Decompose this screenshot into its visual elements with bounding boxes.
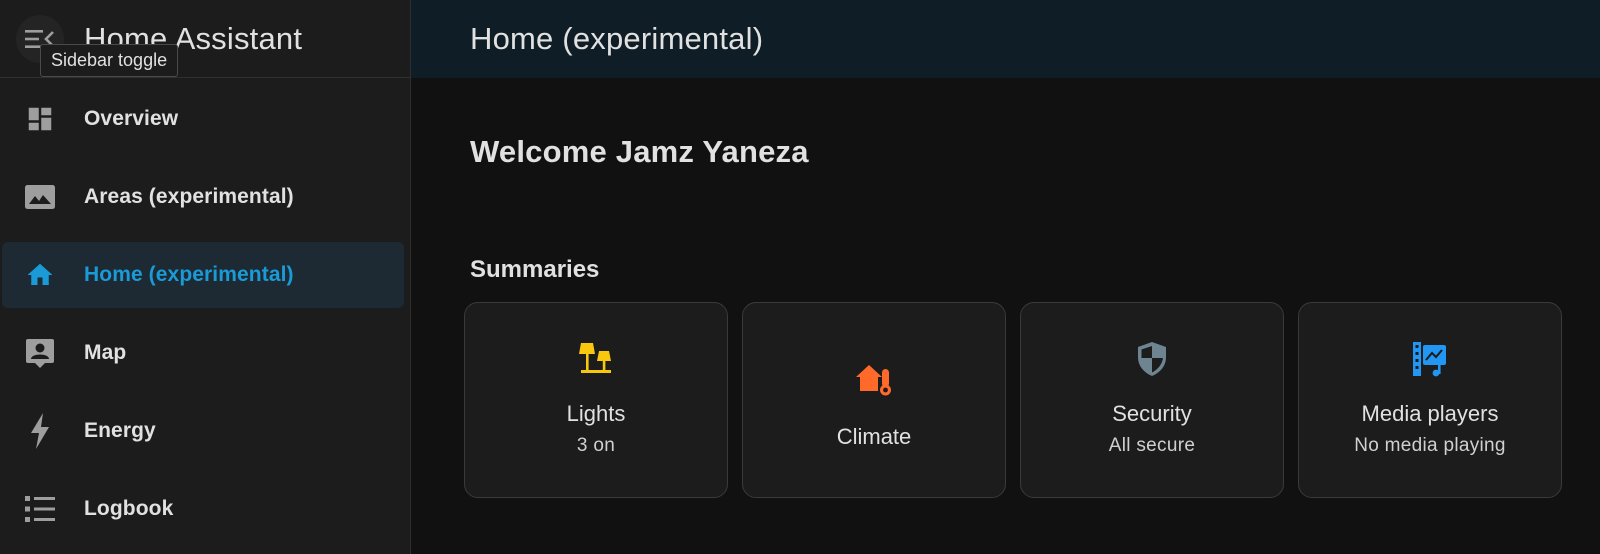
sidebar-item-label: Energy <box>84 419 156 442</box>
summary-card-media-players[interactable]: Media players No media playing <box>1298 302 1562 498</box>
summary-cards: Lights 3 on Climate Security All secure … <box>464 302 1600 498</box>
sidebar-item-label: Areas (experimental) <box>84 185 294 208</box>
sidebar-item-label: Map <box>84 341 127 364</box>
lightning-icon <box>0 413 80 449</box>
sidebar: Home Assistant Sidebar toggle Overview A… <box>0 0 411 554</box>
dashboard-content: Welcome Jamz Yaneza Summaries Lights 3 o… <box>411 134 1600 498</box>
sidebar-item-map[interactable]: Map <box>2 320 404 386</box>
home-thermometer-icon <box>856 360 892 400</box>
page-title: Home (experimental) <box>470 21 764 56</box>
sidebar-header: Home Assistant Sidebar toggle <box>0 0 410 78</box>
summary-card-subtitle: All secure <box>1108 435 1196 456</box>
main-panel: Home (experimental) Welcome Jamz Yaneza … <box>411 0 1600 554</box>
shield-half-icon <box>1137 339 1167 379</box>
dashboard-icon <box>0 104 80 134</box>
summary-card-subtitle: No media playing <box>1354 435 1506 456</box>
map-account-icon <box>0 337 80 369</box>
sidebar-item-label: Home (experimental) <box>84 263 294 286</box>
top-bar: Home (experimental) <box>411 0 1600 78</box>
summary-card-lights[interactable]: Lights 3 on <box>464 302 728 498</box>
sidebar-item-energy[interactable]: Energy <box>2 398 404 464</box>
app-root: Home Assistant Sidebar toggle Overview A… <box>0 0 1600 554</box>
sidebar-item-overview[interactable]: Overview <box>2 86 404 152</box>
sidebar-item-label: Overview <box>84 107 179 130</box>
image-icon <box>0 184 80 210</box>
logbook-list-icon <box>0 495 80 523</box>
summary-card-title: Security <box>1112 401 1192 426</box>
summary-card-title: Lights <box>566 401 626 426</box>
lamps-icon <box>579 339 613 379</box>
summaries-heading: Summaries <box>470 256 600 283</box>
home-icon <box>0 260 80 290</box>
sidebar-item-logbook[interactable]: Logbook <box>2 476 404 542</box>
sidebar-item-label: Logbook <box>84 497 174 520</box>
sidebar-toggle-tooltip: Sidebar toggle <box>40 44 179 77</box>
sidebar-item-home[interactable]: Home (experimental) <box>2 242 404 308</box>
sidebar-nav: Overview Areas (experimental) Home (expe… <box>0 78 410 542</box>
summary-card-title: Climate <box>836 424 912 449</box>
summary-card-title: Media players <box>1361 401 1499 426</box>
summary-card-security[interactable]: Security All secure <box>1020 302 1284 498</box>
summary-card-climate[interactable]: Climate <box>742 302 1006 498</box>
welcome-heading: Welcome Jamz Yaneza <box>470 134 809 169</box>
sidebar-item-areas[interactable]: Areas (experimental) <box>2 164 404 230</box>
multimedia-icon <box>1412 339 1448 379</box>
summary-card-subtitle: 3 on <box>576 435 616 456</box>
